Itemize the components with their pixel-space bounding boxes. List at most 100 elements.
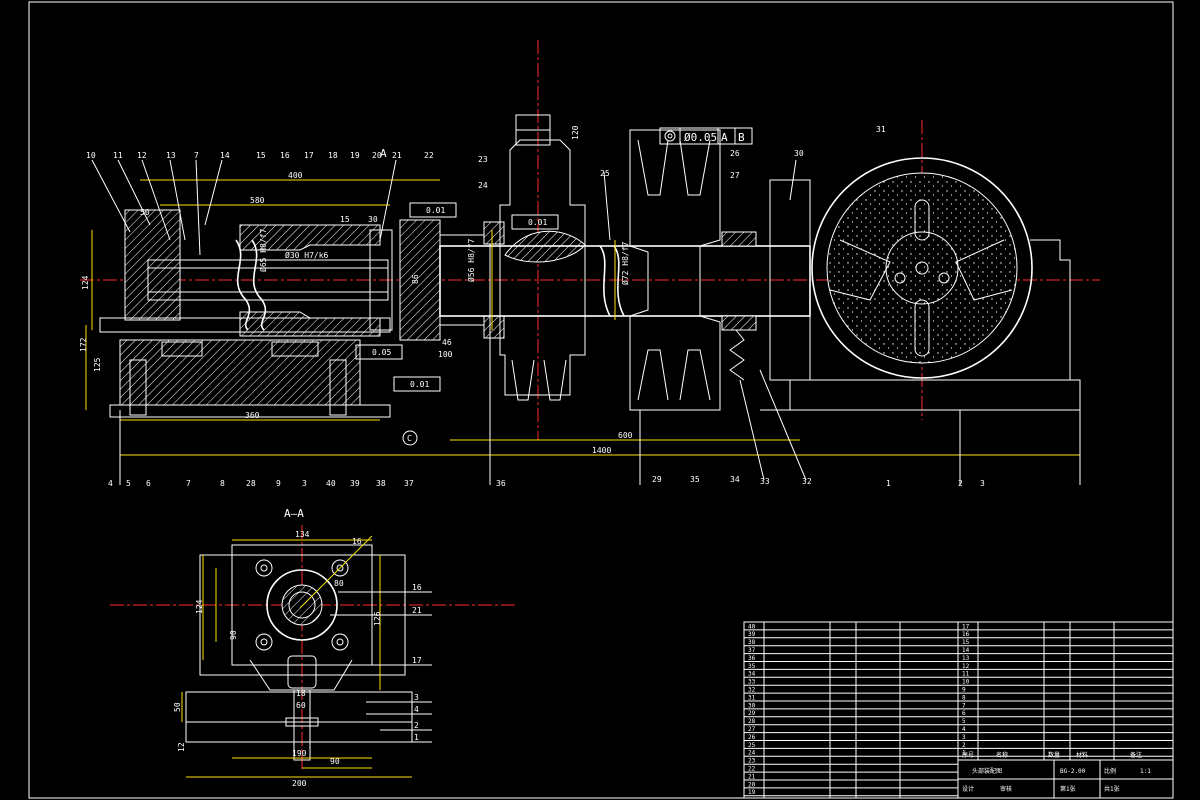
part-num: 4 xyxy=(414,705,419,714)
position-symbol-icon xyxy=(664,130,676,142)
dim-124-text: 124 xyxy=(81,275,90,290)
bolt-hole-tl-inner xyxy=(260,564,268,572)
table-row-number: 10 xyxy=(962,679,970,686)
table-row-number: 7 xyxy=(962,702,966,709)
dim-1400-text: 1400 xyxy=(592,446,611,455)
position-symbol-inner xyxy=(667,133,673,139)
part-num: 29 xyxy=(652,475,662,484)
table-row-number: 22 xyxy=(748,766,756,773)
table-row-number: 27 xyxy=(748,726,756,733)
spindle-collar xyxy=(399,219,441,341)
part-num: 12 xyxy=(137,151,147,160)
part-num: 39 xyxy=(350,479,360,488)
leader-14 xyxy=(204,159,223,226)
table-row-number: 4 xyxy=(962,726,966,733)
parallel-value-1: 0.01 xyxy=(426,206,445,215)
table-row-number: 21 xyxy=(748,773,756,780)
section-dim-134-text: 134 xyxy=(295,530,310,539)
part-num: 11 xyxy=(113,151,123,160)
table-row-number: 9 xyxy=(962,687,966,694)
part-num: 6 xyxy=(146,479,151,488)
position-tolerance-value: Ø0.05 xyxy=(684,131,717,144)
dim-30-text: 30 xyxy=(368,215,378,224)
pulley-right-groove-4 xyxy=(679,349,711,401)
part-num: 30 xyxy=(794,149,804,158)
table-row-number: 33 xyxy=(748,679,756,686)
dim-46-text: 46 xyxy=(442,338,452,347)
table-row-number: 14 xyxy=(962,647,970,654)
part-num: 13 xyxy=(166,151,176,160)
datum-c-label: C xyxy=(407,434,412,443)
part-num: 26 xyxy=(730,149,740,158)
part-num: 16 xyxy=(412,583,422,592)
pulley-right-groove-3 xyxy=(637,349,669,401)
table-row-number: 39 xyxy=(748,631,756,638)
part-num: 9 xyxy=(276,479,281,488)
wheel-housing xyxy=(1030,239,1071,380)
part-num: 17 xyxy=(304,151,314,160)
bearing-left-top xyxy=(483,221,505,245)
pulley-right-groove-1 xyxy=(637,139,669,196)
title-sheet: 第1张 xyxy=(1060,785,1076,793)
dim-15-text: 15 xyxy=(340,215,350,224)
dim-580-text: 580 xyxy=(250,196,265,205)
title-total: 共1张 xyxy=(1104,785,1120,793)
table-row-number: 15 xyxy=(962,639,970,646)
part-num: 37 xyxy=(404,479,414,488)
table-row-number: 32 xyxy=(748,687,756,694)
table-row-number: 16 xyxy=(962,631,970,638)
part-num: 17 xyxy=(412,656,422,665)
datum-a-label: A xyxy=(721,131,728,144)
left-fixture-body xyxy=(124,209,181,321)
section-bore-outer xyxy=(281,584,323,626)
table-row-number: 40 xyxy=(748,623,756,630)
part-num: 18 xyxy=(328,151,338,160)
section-dim-18-text: 18 xyxy=(296,689,306,698)
part-num: 25 xyxy=(600,169,610,178)
leader-7 xyxy=(195,159,201,256)
pulley-left-groove-1 xyxy=(511,359,535,401)
bearing-left-bottom xyxy=(483,315,505,339)
bolt-hole-bl xyxy=(255,633,273,651)
title-ratio: 比例 xyxy=(1104,767,1116,775)
bolt-hole-br xyxy=(331,633,349,651)
spring-element xyxy=(729,329,745,381)
base-block xyxy=(119,339,361,406)
section-foot xyxy=(185,721,413,743)
dim-86-text: 86 xyxy=(411,274,420,284)
section-view xyxy=(110,525,515,778)
dim-172-text: 172 xyxy=(79,337,88,352)
part-num: 28 xyxy=(246,479,256,488)
fit-text-1: Ø56 H8/f7 xyxy=(466,238,476,282)
section-dim-90h-text: 90 xyxy=(330,757,340,766)
fit-text-2: Ø72 H8/f7 xyxy=(620,241,630,285)
title-design: 设计 xyxy=(962,785,974,793)
table-row-number: 13 xyxy=(962,655,970,662)
part-num: 1 xyxy=(886,479,891,488)
part-num: 8 xyxy=(220,479,225,488)
section-dim-50-text: 50 xyxy=(173,702,182,712)
dim-600-text: 600 xyxy=(618,431,633,440)
title-check: 审核 xyxy=(1000,785,1012,793)
dim-50-text: 50 xyxy=(140,208,150,217)
table-row-number: 6 xyxy=(962,710,966,717)
title-scale: 1:1 xyxy=(1140,768,1151,775)
pulley-left-groove-2 xyxy=(543,359,567,401)
table-row-number: 2 xyxy=(962,742,966,749)
part-num: 22 xyxy=(424,151,434,160)
header-material: 材料 xyxy=(1076,751,1088,759)
table-row-number: 3 xyxy=(962,734,966,741)
table-row-number: 38 xyxy=(748,639,756,646)
part-num: 7 xyxy=(194,151,199,160)
part-num: 32 xyxy=(802,477,812,486)
support-pedestal xyxy=(789,379,1081,411)
part-num: 7 xyxy=(186,479,191,488)
part-num: 20 xyxy=(372,151,382,160)
dim-120-text: 120 xyxy=(571,125,580,140)
dim-125-text: 125 xyxy=(93,357,102,372)
pulley-left xyxy=(499,139,586,396)
part-num: 5 xyxy=(126,479,131,488)
section-dim-200-text: 200 xyxy=(292,779,307,788)
bolt-hole-bl-inner xyxy=(260,638,268,646)
part-num: 16 xyxy=(280,151,290,160)
